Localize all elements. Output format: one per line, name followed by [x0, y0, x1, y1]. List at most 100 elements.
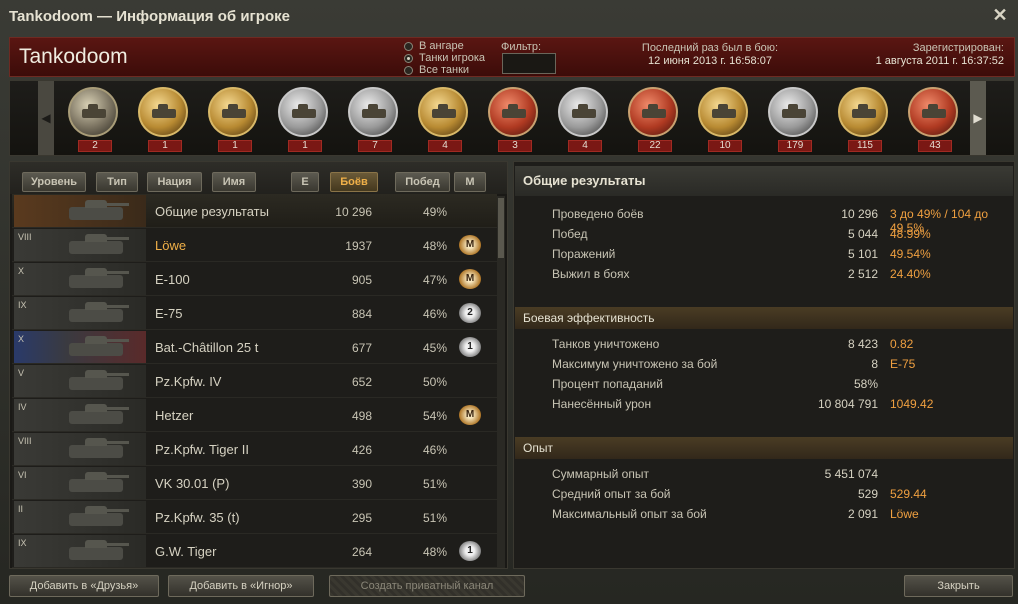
medal[interactable]: 7 [342, 83, 404, 153]
last-battle-value: 12 июня 2013 г. 16:58:07 [648, 55, 772, 67]
table-row[interactable]: VIII Pz.Kpfw. Tiger II 426 46% [12, 432, 497, 466]
medal-count: 22 [638, 140, 672, 152]
sort-battles-button[interactable]: Боёв [330, 172, 378, 192]
mastery-badge-icon: 1 [459, 337, 481, 357]
radio-player-tanks[interactable]: Танки игрока [404, 52, 485, 64]
table-row[interactable]: IV Hetzer 498 54% M [12, 398, 497, 432]
stat-label: Средний опыт за бой [552, 487, 671, 501]
radio-all-tanks[interactable]: Все танки [404, 64, 485, 76]
sort-wins-button[interactable]: Побед [395, 172, 450, 192]
medal-3-icon [208, 87, 258, 137]
medal[interactable]: 1 [272, 83, 334, 153]
medal[interactable]: 1 [202, 83, 264, 153]
tank-icon [502, 104, 526, 118]
tank-thumbnail: VIII [14, 229, 146, 261]
medal-5-icon [348, 87, 398, 137]
tank-icon [922, 104, 946, 118]
tank-thumbnail: VIII [14, 433, 146, 465]
stat-label: Побед [552, 227, 588, 241]
medal[interactable]: 3 [482, 83, 544, 153]
table-row[interactable]: IX G.W. Tiger 264 48% 1 [12, 534, 497, 568]
sort-mastery-button[interactable]: M [454, 172, 486, 192]
tank-name: Pz.Kpfw. IV [155, 374, 222, 389]
stat-value: 58% [853, 377, 878, 391]
table-row[interactable]: V Pz.Kpfw. IV 652 50% [12, 364, 497, 398]
radio-in-hangar[interactable]: В ангаре [404, 40, 485, 52]
medal-count: 1 [288, 140, 322, 152]
medal[interactable]: 43 [902, 83, 964, 153]
battles-count: 677 [351, 341, 372, 355]
table-row[interactable]: IX E-75 884 46% 2 [12, 296, 497, 330]
table-row[interactable]: VI VK 30.01 (P) 390 51% [12, 466, 497, 500]
close-button[interactable]: Закрыть [904, 575, 1013, 597]
medal[interactable]: 10 [692, 83, 754, 153]
medal-count: 1 [148, 140, 182, 152]
sort-nation-button[interactable]: Нация [147, 172, 202, 192]
stat-row: Максимум уничтожено за бой 8 E-75 [552, 355, 1012, 373]
battles-count: 498 [351, 409, 372, 423]
table-row[interactable]: X E-100 905 47% M [12, 262, 497, 296]
medal[interactable]: 4 [412, 83, 474, 153]
medal[interactable]: 2 [62, 83, 124, 153]
stat-row: Танков уничтожено 8 423 0.82 [552, 335, 1012, 353]
medal[interactable]: 22 [622, 83, 684, 153]
stat-row: Проведено боёв 10 296 3 до 49% / 104 до 49… [552, 205, 1012, 235]
stat-row: Максимальный опыт за бой 2 091 Löwe [552, 505, 1012, 523]
sort-name-button[interactable]: Имя [212, 172, 256, 192]
tank-list-scrollbar[interactable] [497, 196, 505, 568]
add-ignore-button[interactable]: Добавить в «Игнор» [168, 575, 314, 597]
last-battle: Последний раз был в бою: 12 июня 2013 г.… [620, 42, 800, 67]
battles-count: 10 296 [335, 205, 372, 219]
tank-name: Hetzer [155, 408, 194, 423]
add-friend-button[interactable]: Добавить в «Друзья» [9, 575, 159, 597]
registered-label: Зарегистрирован: [912, 42, 1004, 54]
sort-e-button[interactable]: E [291, 172, 319, 192]
tank-thumbnail: IX [14, 297, 146, 329]
medal[interactable]: 115 [832, 83, 894, 153]
win-rate: 54% [422, 409, 447, 423]
stat-value: 8 [871, 357, 878, 371]
summary-row[interactable]: Общие результаты 10 296 49% [12, 194, 497, 228]
tank-icon [782, 104, 806, 118]
stat-row: Средний опыт за бой 529 529.44 [552, 485, 1012, 503]
stat-extra: 529.44 [890, 487, 927, 501]
table-row[interactable]: X Bat.-Châtillon 25 t 677 45% 1 [12, 330, 497, 364]
tank-name: VK 30.01 (P) [155, 476, 230, 491]
stat-value: 2 512 [847, 267, 878, 281]
battles-count: 905 [351, 273, 372, 287]
stat-row: Суммарный опыт 5 451 074 [552, 465, 1012, 483]
filter-input[interactable] [502, 53, 556, 74]
table-row[interactable]: II Pz.Kpfw. 35 (t) 295 51% [12, 500, 497, 534]
win-rate: 51% [422, 511, 447, 525]
stats-panel: Общие результаты Проведено боёв 10 296 3 д… [513, 161, 1015, 569]
medal[interactable]: 1 [132, 83, 194, 153]
sort-level-button[interactable]: Уровень [22, 172, 86, 192]
stat-row: Выжил в боях 2 512 24.40% [552, 265, 1012, 283]
medal[interactable]: 4 [552, 83, 614, 153]
mastery-badge-icon: M [459, 405, 481, 425]
medal-count: 1 [218, 140, 252, 152]
scrollbar-thumb[interactable] [498, 198, 504, 258]
medal-1-icon [68, 87, 118, 137]
medals-scroll-left-icon[interactable]: ◀ [38, 81, 54, 155]
tank-name: E-100 [155, 272, 190, 287]
medal-12-icon [838, 87, 888, 137]
medal[interactable]: 179 [762, 83, 824, 153]
stat-row: Нанесённый урон 10 804 791 1049.42 [552, 395, 1012, 413]
tier-label: VIII [18, 232, 32, 242]
create-private-channel-button[interactable]: Создать приватный канал [329, 575, 525, 597]
tank-icon [362, 104, 386, 118]
player-info-window: Tankodoom — Информация об игроке ✕ Tanko… [0, 0, 1018, 604]
table-row[interactable]: VIII Löwe 1937 48% M [12, 228, 497, 262]
win-rate: 45% [422, 341, 447, 355]
medals-scroll-right-icon[interactable]: ▶ [970, 81, 986, 155]
sort-type-button[interactable]: Тип [96, 172, 138, 192]
medal-10-icon [698, 87, 748, 137]
close-icon[interactable]: ✕ [990, 5, 1010, 25]
tank-icon [222, 104, 246, 118]
radio-dot-icon [404, 65, 413, 75]
medal-count: 7 [358, 140, 392, 152]
medal-8-icon [558, 87, 608, 137]
stat-row: Побед 5 044 48.99% [552, 225, 1012, 243]
tank-icon [69, 438, 129, 458]
